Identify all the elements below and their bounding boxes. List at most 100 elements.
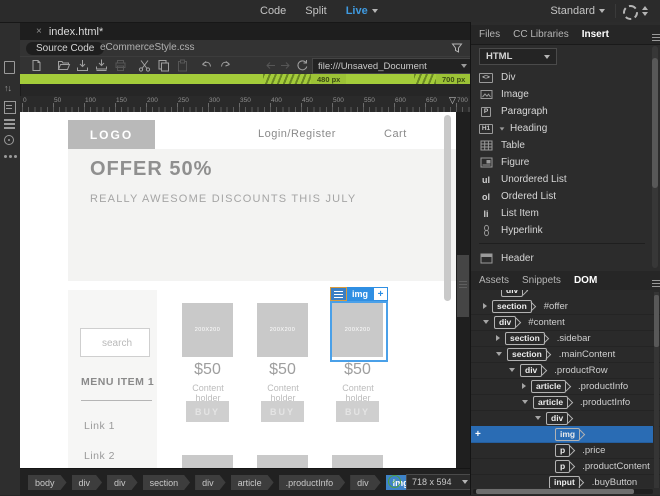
related-file-link[interactable]: eCommerceStyle.css [100, 42, 194, 53]
insert-panel-scrollbar[interactable] [652, 46, 658, 268]
insert-item-unordered-list[interactable]: ul Unordered List [471, 171, 647, 188]
document-tab[interactable]: × index.html* [26, 23, 113, 40]
gear-icon[interactable] [623, 5, 638, 20]
viewport-size-selector[interactable]: 718 x 594 [406, 474, 474, 490]
tag-crumb-article[interactable]: article [231, 475, 274, 490]
address-bar[interactable] [312, 58, 472, 74]
insert-item-ordered-list[interactable]: ol Ordered List [471, 188, 647, 205]
site-logo[interactable]: LOGO [68, 120, 155, 149]
insert-item-paragraph[interactable]: P Paragraph [471, 103, 647, 120]
buy-button[interactable]: BUY [261, 401, 304, 422]
product-image-placeholder[interactable] [332, 455, 383, 468]
inspect-target-icon[interactable] [4, 135, 14, 145]
copy-icon[interactable] [157, 59, 170, 72]
more-tools-icon[interactable] [4, 155, 7, 158]
insert-item-hyperlink[interactable]: Hyperlink [471, 222, 647, 239]
dom-row-section-sidebar[interactable]: section .sidebar [471, 330, 660, 347]
split-view-button[interactable]: Split [305, 5, 326, 17]
selected-element-tag[interactable]: img [347, 287, 374, 301]
tag-crumb-div[interactable]: div [107, 475, 138, 490]
code-view-button[interactable]: Code [260, 5, 286, 17]
search-box[interactable] [80, 328, 153, 358]
dom-row-div[interactable]: div [471, 410, 660, 427]
collapse-arrow-icon[interactable] [496, 352, 502, 356]
file-icon[interactable] [4, 61, 15, 74]
insert-item-heading[interactable]: H1 Heading [471, 120, 647, 137]
tab-dom[interactable]: DOM [574, 275, 597, 286]
chevron-down-icon[interactable] [499, 126, 505, 131]
dom-row-article-productinfo-1[interactable]: article .productInfo [471, 378, 660, 395]
add-element-icon[interactable]: + [471, 429, 489, 440]
product-image-placeholder[interactable]: 200X200 [182, 303, 233, 357]
tag-crumb-div[interactable]: div [350, 475, 381, 490]
sidebar-link-1[interactable]: Link 1 [84, 420, 115, 432]
dom-row-p-productcontent[interactable]: p .productContent [471, 458, 660, 475]
cut-icon[interactable] [138, 59, 151, 72]
live-view-button[interactable]: Live [346, 5, 378, 17]
format-lines-icon[interactable] [4, 119, 15, 121]
source-code-button[interactable]: Source Code [26, 41, 105, 55]
dom-row-article-productinfo-2[interactable]: article .productInfo [471, 394, 660, 411]
save-all-icon[interactable] [95, 59, 108, 72]
dom-panel-horizontal-scrollbar[interactable] [473, 489, 653, 494]
panel-menu-icon[interactable] [652, 33, 660, 36]
collapse-arrow-icon[interactable] [483, 320, 489, 324]
panel-menu-icon[interactable] [652, 279, 660, 282]
expand-arrow-icon[interactable] [522, 383, 526, 389]
cart-link[interactable]: Cart [384, 128, 407, 140]
filter-funnel-icon[interactable] [451, 42, 463, 54]
save-icon[interactable] [76, 59, 89, 72]
login-register-link[interactable]: Login/Register [258, 128, 336, 140]
tag-crumb-section[interactable]: section [143, 475, 191, 490]
dom-row-p-price[interactable]: p .price [471, 442, 660, 459]
tab-insert[interactable]: Insert [582, 29, 609, 40]
refresh-icon[interactable] [296, 59, 309, 72]
media-query-marker-700[interactable]: 700 px [414, 74, 472, 84]
dom-row-section-maincontent[interactable]: section .mainContent [471, 346, 660, 363]
insert-item-image[interactable]: Image [471, 86, 647, 103]
dom-row-input-buybutton[interactable]: input .buyButton [471, 474, 660, 488]
tag-crumb-body[interactable]: body [28, 475, 67, 490]
tag-crumb-productinfo[interactable]: .productInfo [279, 475, 346, 490]
buy-button[interactable]: BUY [186, 401, 229, 422]
product-image-placeholder[interactable]: 200X200 [257, 303, 308, 357]
hamburger-icon[interactable] [330, 287, 347, 301]
new-file-icon[interactable] [30, 59, 43, 72]
address-input[interactable] [313, 60, 457, 72]
media-query-bar[interactable]: 480 px 700 px [20, 74, 472, 84]
dom-row-section-offer[interactable]: section #offer [471, 298, 660, 315]
add-element-button[interactable]: + [373, 287, 389, 301]
open-folder-icon[interactable] [57, 59, 71, 72]
ruler-position-marker[interactable]: ▽ [449, 95, 456, 106]
product-image-placeholder[interactable] [257, 455, 308, 468]
expand-arrow-icon[interactable] [496, 335, 500, 341]
insert-item-div[interactable]: <> Div [471, 69, 647, 86]
undo-icon[interactable] [200, 59, 213, 72]
insert-item-header[interactable]: Header [471, 250, 647, 267]
media-query-marker-480[interactable]: 480 px [263, 74, 347, 84]
code-document-icon[interactable] [4, 101, 16, 114]
lint-status-icon[interactable]: ✓ [388, 475, 401, 488]
expand-arrow-icon[interactable] [483, 303, 487, 309]
tab-snippets[interactable]: Snippets [522, 275, 561, 286]
collapse-arrow-icon[interactable] [535, 416, 541, 420]
buy-button[interactable]: BUY [336, 401, 379, 422]
viewport-resize-handle[interactable] [457, 255, 469, 317]
insert-item-table[interactable]: Table [471, 137, 647, 154]
dom-row-div-content[interactable]: div #content [471, 314, 660, 331]
close-icon[interactable]: × [36, 26, 42, 37]
dom-row-div-productrow[interactable]: div .productRow [471, 362, 660, 379]
tag-crumb-div[interactable]: div [195, 475, 226, 490]
sidebar-link-2[interactable]: Link 2 [84, 450, 115, 462]
product-image-placeholder[interactable] [182, 455, 233, 468]
collapse-arrow-icon[interactable] [522, 400, 528, 404]
workspace-switcher[interactable]: Standard [550, 0, 605, 22]
tab-assets[interactable]: Assets [479, 275, 509, 286]
tag-crumb-div[interactable]: div [72, 475, 103, 490]
tab-cc-libraries[interactable]: CC Libraries [513, 29, 569, 40]
chevron-down-icon[interactable] [461, 64, 467, 68]
insert-item-figure[interactable]: Figure [471, 154, 647, 171]
dom-row-img-selected[interactable]: + img [471, 426, 653, 443]
insert-category-dropdown[interactable]: HTML [479, 48, 557, 65]
sort-arrows-icon[interactable]: ↑↓ [4, 83, 12, 93]
